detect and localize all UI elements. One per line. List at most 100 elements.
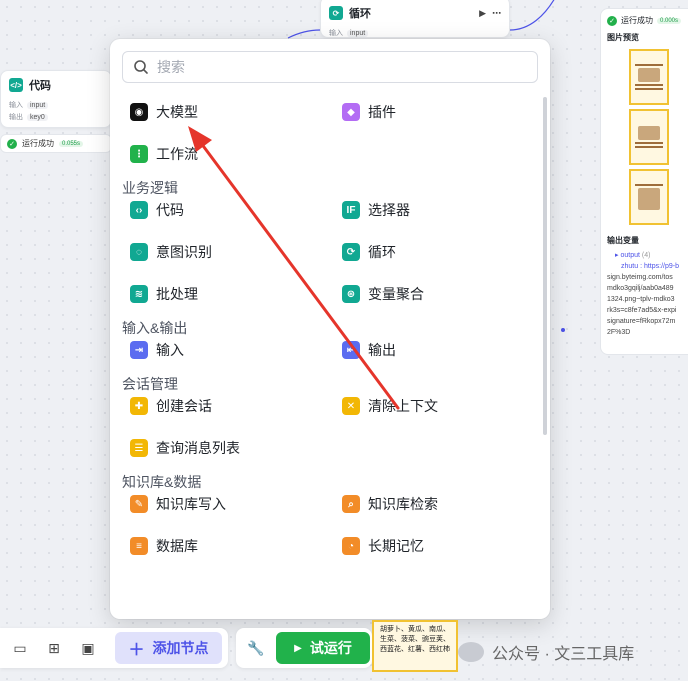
node-item-label: 插件 [368,104,396,120]
node-item-label: 循环 [368,244,396,260]
node-item-output[interactable]: ⇤ 输出 [342,336,396,364]
node-item-label: 代码 [156,202,184,218]
layout-icon[interactable]: ⊞ [44,638,64,658]
plugin-icon: ◆ [342,103,360,121]
node-item-label: 选择器 [368,202,410,218]
node-item-label: 知识库写入 [156,496,226,512]
popup-scrollbar[interactable] [543,97,547,435]
node-item-loop[interactable]: ⟳ 循环 [342,238,396,266]
output-line: rk3s=c8fe7ad5&x-expi [607,307,677,314]
input-icon: ⇥ [130,341,148,359]
play-icon: ▶ [294,642,302,654]
node-item-label: 长期记忆 [368,538,424,554]
success-icon: ✓ [607,15,617,26]
comment-icon[interactable]: ▭ [10,638,30,658]
kb-search-icon: ⌕ [342,495,360,513]
node-item-code[interactable]: ‹› 代码 [130,196,184,224]
node-item-intent[interactable]: ◌ 意图识别 [130,238,212,266]
preview-image-1[interactable] [629,49,669,105]
loop-node-title: 循环 [349,8,371,20]
status-right-time: 0.000s [657,17,682,24]
node-item-workflow[interactable]: ⋮ 工作流 [130,140,198,168]
node-item-label: 批处理 [156,286,198,302]
output-line: sign.byteimg.com/tos [607,274,673,281]
code-node-icon: </> [9,78,23,92]
search-field[interactable] [122,51,538,83]
run-status-right: ✓ 运行成功 0.000s [601,9,688,28]
code-input-value: input [27,101,49,109]
add-node-button[interactable]: ＋ 添加节点 [115,632,222,664]
node-item-plugin[interactable]: ◆ 插件 [342,98,396,126]
node-item-query-messages[interactable]: ☰ 查询消息列表 [130,434,240,462]
plus-icon: ＋ [128,642,145,659]
preview-image-2[interactable] [629,109,669,165]
more-icon[interactable]: ⋯ [492,8,501,19]
watermark-text: 公众号 · 文三工具库 [492,646,635,663]
wrench-icon[interactable]: 🔧 [246,638,266,658]
test-run-button[interactable]: ▶ 试运行 [276,632,370,664]
output-key-row[interactable]: ▸ output (4) [601,250,688,261]
node-item-label: 创建会话 [156,398,212,414]
loop-input-value: input [347,29,369,37]
workflow-icon: ⋮ [130,145,148,163]
node-item-batch[interactable]: ≋ 批处理 [130,280,198,308]
node-item-kb-search[interactable]: ⌕ 知识库检索 [342,490,438,518]
loop-node-input-row: 输入 input [321,27,509,39]
selector-icon: IF [342,201,360,219]
code-node-title: 代码 [29,80,51,92]
play-icon[interactable]: ▶ [479,8,486,19]
output-line: zhutu : https://p9-b [621,263,679,270]
node-item-label: 查询消息列表 [156,440,240,456]
section-title: 知识库&数据 [122,474,202,490]
node-item-label: 知识库检索 [368,496,438,512]
output-count: (4) [641,252,651,259]
node-item-label: 输入 [156,342,184,358]
result-image-card: 胡萝卜、黄瓜、南瓜、生菜、菠菜、豌豆荚、西蓝花、红薯、西红柿 [372,620,458,672]
node-item-input[interactable]: ⇥ 输入 [130,336,184,364]
section-title: 输入&输出 [122,320,188,336]
code-node-input-row: 输入 input [1,99,111,111]
node-item-llm[interactable]: ◉ 大模型 [130,98,198,126]
node-item-label: 清除上下文 [368,398,438,414]
output-key: output [620,252,640,259]
node-item-label: 工作流 [156,146,198,162]
code-node-output-row: 输出 key0 [1,111,111,123]
code-icon: ‹› [130,201,148,219]
node-item-clear-context[interactable]: ✕ 清除上下文 [342,392,438,420]
node-item-label: 大模型 [156,104,198,120]
node-item-memory[interactable]: ◔ 长期记忆 [342,532,424,560]
watermark: 公众号 · 文三工具库 [458,640,634,664]
loop-node[interactable]: ⟳ 循环 ▶ ⋯ 输入 input [320,0,510,38]
minimap-icon[interactable]: ▣ [78,638,98,658]
output-line: 1324.png~tplv-mdko3 [607,296,675,303]
node-item-kb-write[interactable]: ✎ 知识库写入 [130,490,226,518]
test-run-label: 试运行 [309,640,352,656]
code-node[interactable]: </> 代码 输入 input 输出 key0 [0,70,112,128]
aggregate-icon: ⊛ [342,285,360,303]
query-messages-icon: ☰ [130,439,148,457]
run-status-left: ✓ 运行成功 0.055s [0,134,112,153]
output-line: 2F%3D [607,329,631,336]
kb-write-icon: ✎ [130,495,148,513]
loop-node-icon: ⟳ [329,6,343,20]
node-item-database[interactable]: ≡ 数据库 [130,532,198,560]
code-output-value: key0 [27,113,48,121]
node-item-aggregate[interactable]: ⊛ 变量聚合 [342,280,424,308]
preview-image-3[interactable] [629,169,669,225]
success-icon: ✓ [7,138,17,149]
node-item-label: 意图识别 [156,244,212,260]
loop-icon: ⟳ [342,243,360,261]
intent-icon: ◌ [130,243,148,261]
output-icon: ⇤ [342,341,360,359]
code-output-label: 输出 [9,114,23,121]
wechat-logo-icon [458,642,484,662]
node-item-selector[interactable]: IF 选择器 [342,196,410,224]
search-input[interactable] [157,59,517,75]
output-var-title: 输出变量 [607,236,639,245]
create-session-icon: ✚ [130,397,148,415]
node-item-create-session[interactable]: ✚ 创建会话 [130,392,212,420]
llm-icon: ◉ [130,103,148,121]
memory-icon: ◔ [342,537,360,555]
add-node-popup: ◉ 大模型 ◆ 插件 ⋮ 工作流业务逻辑 ‹› 代码 IF 选择器 ◌ 意图识别 ⟳ 循环 ≋ 批处理 ⊛ 变量聚… [110,39,550,619]
batch-icon: ≋ [130,285,148,303]
